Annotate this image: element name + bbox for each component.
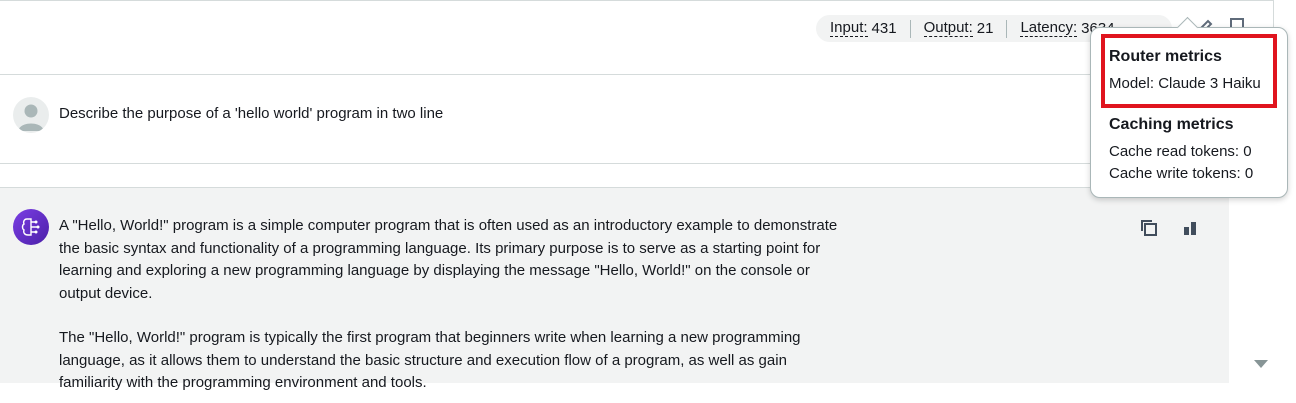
copy-icon[interactable] <box>1139 218 1159 238</box>
router-metrics-highlight <box>1101 34 1277 108</box>
router-metrics-title: Router metrics <box>1109 48 1222 65</box>
router-model-value: Model: Claude 3 Haiku <box>1109 75 1261 92</box>
divider <box>0 74 1274 75</box>
metric-separator <box>909 19 911 38</box>
assistant-message-text: A "Hello, World!" program is a simple co… <box>59 215 849 403</box>
input-metric-value: 431 <box>871 20 897 37</box>
top-divider <box>0 0 1274 1</box>
user-message-text: Describe the purpose of a 'hello world' … <box>59 105 444 122</box>
user-avatar-icon <box>13 97 49 133</box>
divider <box>0 163 1229 164</box>
output-metric-value: 21 <box>976 20 994 37</box>
metrics-popover: Router metrics Model: Claude 3 Haiku Cac… <box>1090 27 1288 198</box>
cache-read-tokens: Cache read tokens: 0 <box>1109 143 1252 160</box>
caching-metrics-title: Caching metrics <box>1109 116 1234 133</box>
cache-write-tokens: Cache write tokens: 0 <box>1109 165 1254 182</box>
assistant-paragraph: A "Hello, World!" program is a simple co… <box>59 217 838 302</box>
scroll-down-arrow-icon[interactable] <box>1254 360 1268 368</box>
metric-separator <box>1006 19 1008 38</box>
output-metric-label[interactable]: Output: <box>923 20 973 37</box>
bar-chart-icon[interactable] <box>1180 218 1200 238</box>
input-metric-label[interactable]: Input: <box>830 20 868 37</box>
output-metric[interactable]: Output: 21 <box>923 20 994 37</box>
assistant-paragraph: The "Hello, World!" program is typically… <box>59 329 801 391</box>
latency-metric-label[interactable]: Latency: <box>1020 20 1078 37</box>
ai-brain-icon <box>13 209 49 245</box>
input-metric[interactable]: Input: 431 <box>830 20 897 37</box>
